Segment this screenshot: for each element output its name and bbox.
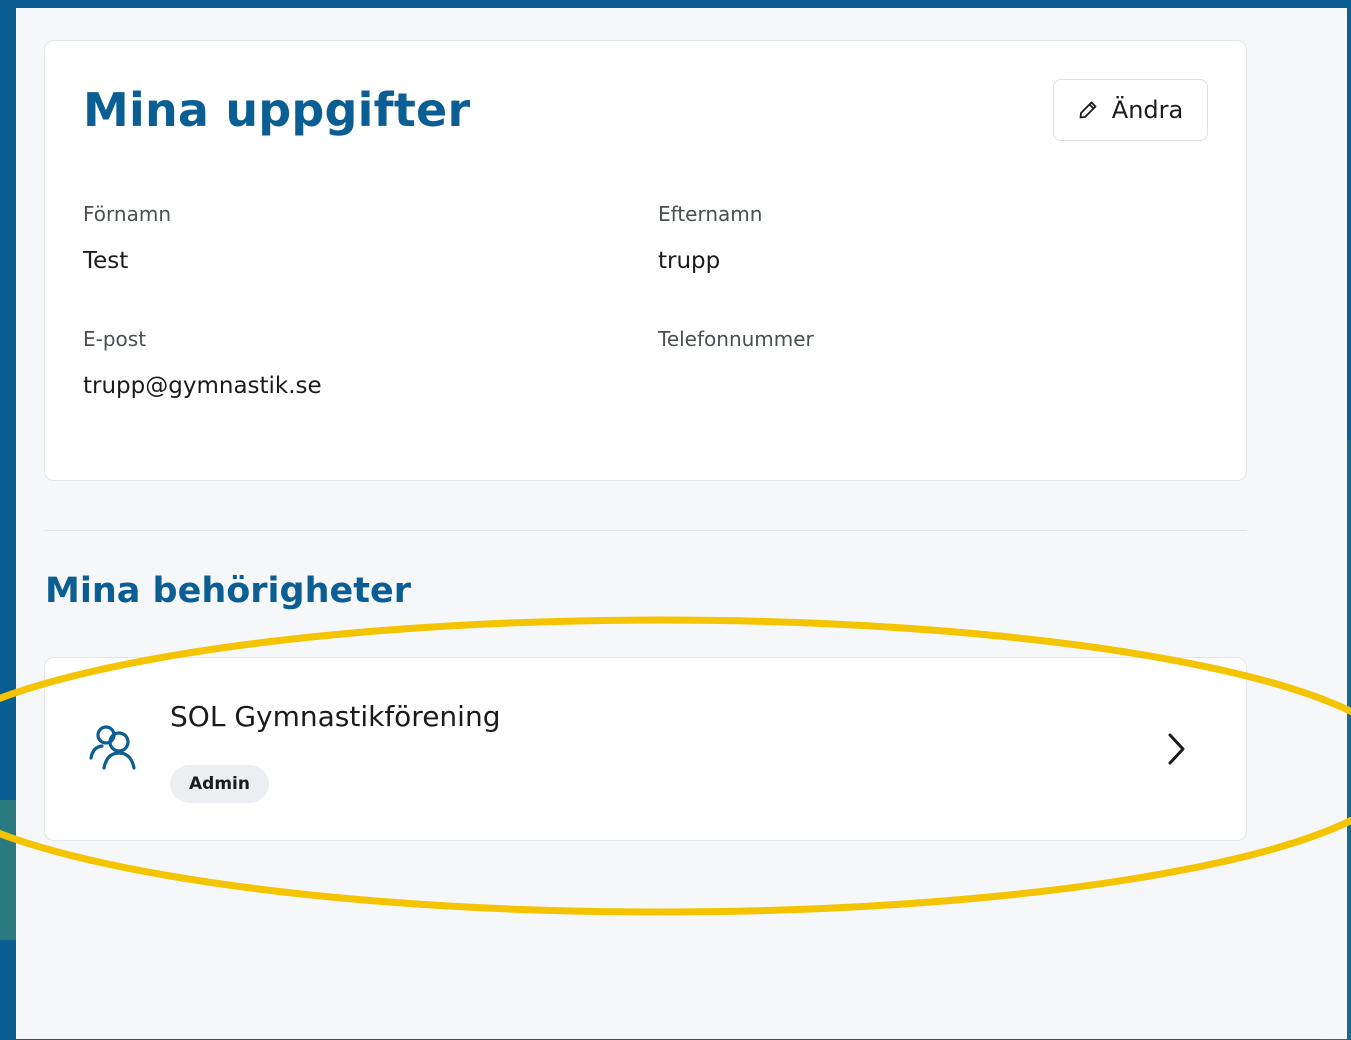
email-label: E-post [83, 327, 147, 351]
permissions-title: Mina behörigheter [45, 571, 411, 611]
profile-page: Mina uppgifter Ändra Förnamn Test Eftern… [16, 8, 1347, 1039]
role-badge: Admin [170, 765, 269, 803]
section-divider [44, 530, 1247, 531]
first-name-label: Förnamn [83, 202, 171, 226]
phone-label: Telefonnummer [658, 327, 814, 351]
email-value: trupp@gymnastik.se [83, 373, 322, 399]
permission-item[interactable]: SOL Gymnastikförening Admin [44, 657, 1247, 841]
last-name-value: trupp [658, 248, 721, 274]
pencil-icon [1078, 100, 1098, 120]
first-name-value: Test [83, 248, 129, 274]
chevron-right-icon [1165, 730, 1189, 772]
last-name-label: Efternamn [658, 202, 763, 226]
organization-name: SOL Gymnastikförening [170, 700, 501, 733]
edit-button-label: Ändra [1111, 96, 1184, 124]
edit-button[interactable]: Ändra [1053, 79, 1208, 141]
users-icon [87, 722, 143, 778]
page-title: Mina uppgifter [83, 83, 471, 137]
personal-info-card: Mina uppgifter Ändra Förnamn Test Eftern… [44, 40, 1247, 481]
